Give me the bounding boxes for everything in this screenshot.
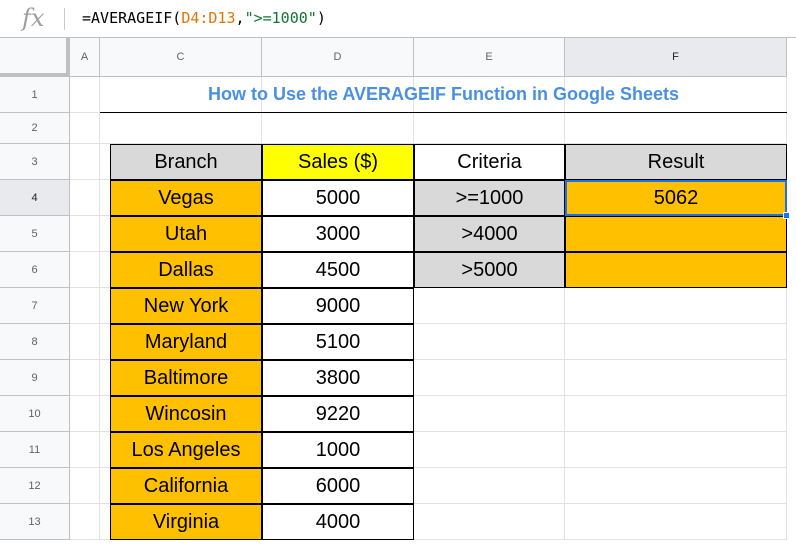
grid-cell[interactable] xyxy=(565,468,787,504)
grid-cell[interactable] xyxy=(414,288,565,324)
grid-cell[interactable] xyxy=(70,504,100,540)
sales-cell[interactable]: 9220 xyxy=(262,396,414,432)
grid-cell[interactable] xyxy=(565,288,787,324)
grid-cell[interactable] xyxy=(70,113,100,144)
sales-header[interactable]: Sales ($) xyxy=(262,144,414,180)
grid-cell[interactable] xyxy=(414,396,565,432)
branch-header[interactable]: Branch xyxy=(110,144,262,180)
grid-cell[interactable] xyxy=(565,504,787,540)
branch-cell[interactable]: Vegas xyxy=(110,180,262,216)
branch-cell[interactable]: Dallas xyxy=(110,252,262,288)
sales-cell[interactable]: 5100 xyxy=(262,324,414,360)
grid-cell[interactable] xyxy=(565,432,787,468)
formula-criteria-string: ">=1000" xyxy=(244,9,317,27)
grid-cell[interactable] xyxy=(70,324,100,360)
row-header-2[interactable]: 2 xyxy=(0,113,70,144)
row-header-6[interactable]: 6 xyxy=(0,252,70,288)
result-cell[interactable] xyxy=(565,252,787,288)
column-header-e[interactable]: E xyxy=(414,38,565,77)
sales-cell[interactable]: 4000 xyxy=(262,504,414,540)
criteria-header[interactable]: Criteria xyxy=(414,144,565,180)
sales-cell[interactable]: 5000 xyxy=(262,180,414,216)
sales-cell[interactable]: 3000 xyxy=(262,216,414,252)
formula-bar-divider xyxy=(64,8,65,30)
row-header-13[interactable]: 13 xyxy=(0,504,70,540)
column-header-f[interactable]: F xyxy=(565,38,787,77)
criteria-cell[interactable]: >5000 xyxy=(414,252,565,288)
sheet-title[interactable]: How to Use the AVERAGEIF Function in Goo… xyxy=(100,77,787,113)
sales-cell[interactable]: 4500 xyxy=(262,252,414,288)
row-header-7[interactable]: 7 xyxy=(0,288,70,324)
row-header-4[interactable]: 4 xyxy=(0,180,70,216)
grid-cell[interactable] xyxy=(70,432,100,468)
grid-cell[interactable] xyxy=(70,468,100,504)
grid-cell[interactable] xyxy=(565,360,787,396)
grid-cell[interactable] xyxy=(100,113,262,144)
fill-handle[interactable] xyxy=(783,212,790,219)
row-header-12[interactable]: 12 xyxy=(0,468,70,504)
row-header-8[interactable]: 8 xyxy=(0,324,70,360)
grid-cell[interactable] xyxy=(70,252,100,288)
branch-cell[interactable]: New York xyxy=(110,288,262,324)
grid-cell[interactable] xyxy=(565,113,787,144)
grid-cell[interactable] xyxy=(70,77,100,113)
sales-cell[interactable]: 6000 xyxy=(262,468,414,504)
sales-cell[interactable]: 3800 xyxy=(262,360,414,396)
grid-cell[interactable] xyxy=(414,468,565,504)
grid-cell[interactable] xyxy=(414,324,565,360)
row-header-5[interactable]: 5 xyxy=(0,216,70,252)
formula-prefix: =AVERAGEIF( xyxy=(82,9,182,27)
sales-cell[interactable]: 1000 xyxy=(262,432,414,468)
grid-cell[interactable] xyxy=(70,360,100,396)
grid-cell[interactable] xyxy=(262,113,414,144)
row-header-10[interactable]: 10 xyxy=(0,396,70,432)
grid-cell[interactable] xyxy=(414,432,565,468)
grid-cell[interactable] xyxy=(414,504,565,540)
branch-cell[interactable]: Utah xyxy=(110,216,262,252)
criteria-cell[interactable]: >4000 xyxy=(414,216,565,252)
formula-range-ref: D4:D13 xyxy=(181,9,236,27)
grid-cell[interactable] xyxy=(565,324,787,360)
branch-cell[interactable]: Maryland xyxy=(110,324,262,360)
grid-cell[interactable] xyxy=(70,396,100,432)
result-header[interactable]: Result xyxy=(565,144,787,180)
grid-cell[interactable] xyxy=(414,113,565,144)
row-header-3[interactable]: 3 xyxy=(0,144,70,180)
branch-cell[interactable]: Virginia xyxy=(110,504,262,540)
branch-cell[interactable]: Los Angeles xyxy=(110,432,262,468)
row-header-1[interactable]: 1 xyxy=(0,77,70,113)
formula-comma: , xyxy=(235,9,245,27)
criteria-cell[interactable]: >=1000 xyxy=(414,180,565,216)
branch-cell[interactable]: Baltimore xyxy=(110,360,262,396)
formula-bar[interactable]: fx =AVERAGEIF(D4:D13,">=1000") xyxy=(0,0,796,38)
formula-suffix: ) xyxy=(316,9,326,27)
grid-cell[interactable] xyxy=(70,288,100,324)
grid-cell[interactable] xyxy=(414,360,565,396)
result-cell[interactable] xyxy=(565,216,787,252)
branch-cell[interactable]: Wincosin xyxy=(110,396,262,432)
row-header-11[interactable]: 11 xyxy=(0,432,70,468)
formula-input[interactable]: =AVERAGEIF(D4:D13,">=1000") xyxy=(82,9,326,27)
column-header-d[interactable]: D xyxy=(262,38,414,77)
grid-cell[interactable] xyxy=(70,216,100,252)
branch-cell[interactable]: California xyxy=(110,468,262,504)
column-header-c[interactable]: C xyxy=(100,38,262,77)
select-all-corner[interactable] xyxy=(0,38,70,77)
result-cell[interactable]: 5062 xyxy=(565,180,787,216)
grid-cell[interactable] xyxy=(70,180,100,216)
row-header-9[interactable]: 9 xyxy=(0,360,70,396)
grid-cell[interactable] xyxy=(70,144,100,180)
sales-cell[interactable]: 9000 xyxy=(262,288,414,324)
column-header-a[interactable]: A xyxy=(70,38,100,77)
function-icon: fx xyxy=(22,4,45,32)
grid-cell[interactable] xyxy=(565,396,787,432)
